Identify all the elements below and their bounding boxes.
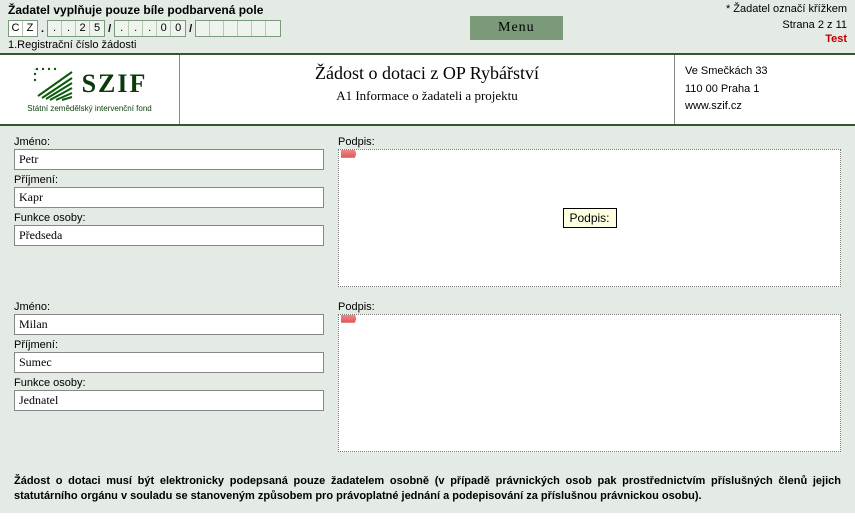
- jmeno-input[interactable]: [14, 149, 324, 170]
- funkce-input[interactable]: [14, 225, 324, 246]
- reg-sep: .: [39, 23, 46, 35]
- logo-text: SZIF: [82, 71, 148, 97]
- szif-logo-icon: [32, 66, 76, 102]
- signature-field[interactable]: Podpis:: [338, 149, 841, 287]
- reg-group-1: CZ: [8, 20, 38, 37]
- footer-note: Žádost o dotaci musí být elektronicky po…: [0, 466, 855, 514]
- reg-group-4: [195, 20, 281, 37]
- test-label: Test: [647, 33, 847, 45]
- logo-subtitle: Státní zemědělský intervenční fond: [27, 104, 152, 113]
- funkce-label: Funkce osoby:: [14, 377, 324, 389]
- prijmeni-label: Příjmení:: [14, 339, 324, 351]
- prijmeni-input[interactable]: [14, 187, 324, 208]
- address-website: www.szif.cz: [685, 98, 845, 116]
- address-block: Ve Smečkách 33 110 00 Praha 1 www.szif.c…: [675, 55, 855, 124]
- logo-cell: SZIF Státní zemědělský intervenční fond: [0, 55, 180, 124]
- jmeno-input[interactable]: [14, 314, 324, 335]
- hint-text: * Žadatel označí křížkem: [647, 3, 847, 15]
- jmeno-label: Jméno:: [14, 136, 324, 148]
- jmeno-label: Jméno:: [14, 301, 324, 313]
- address-line-1: Ve Smečkách 33: [685, 63, 845, 81]
- reg-sep: /: [106, 23, 113, 35]
- signature-field[interactable]: [338, 314, 841, 452]
- instruction-text: Žadatel vyplňuje pouze bíle podbarvená p…: [8, 3, 647, 17]
- reg-group-3: ...00: [114, 20, 186, 37]
- address-line-2: 110 00 Praha 1: [685, 81, 845, 99]
- podpis-label: Podpis:: [338, 301, 841, 313]
- prijmeni-input[interactable]: [14, 352, 324, 373]
- signature-tooltip: Podpis:: [562, 208, 616, 228]
- signature-marker-icon: [341, 315, 356, 323]
- reg-sep: /: [187, 23, 194, 35]
- funkce-label: Funkce osoby:: [14, 212, 324, 224]
- menu-button[interactable]: Menu: [470, 16, 563, 40]
- person-block: Jméno: Příjmení: Funkce osoby: Podpis: P…: [14, 136, 841, 287]
- page-title: Žádost o dotaci z OP Rybářství: [188, 63, 666, 84]
- funkce-input[interactable]: [14, 390, 324, 411]
- prijmeni-label: Příjmení:: [14, 174, 324, 186]
- page-number: Strana 2 z 11: [647, 19, 847, 31]
- reg-label: 1.Registrační číslo žádosti: [8, 39, 647, 51]
- podpis-label: Podpis:: [338, 136, 841, 148]
- signature-marker-icon: [341, 150, 356, 158]
- page-subtitle: A1 Informace o žadateli a projektu: [188, 88, 666, 104]
- person-block: Jméno: Příjmení: Funkce osoby: Podpis:: [14, 301, 841, 452]
- reg-group-2: ..25: [47, 20, 105, 37]
